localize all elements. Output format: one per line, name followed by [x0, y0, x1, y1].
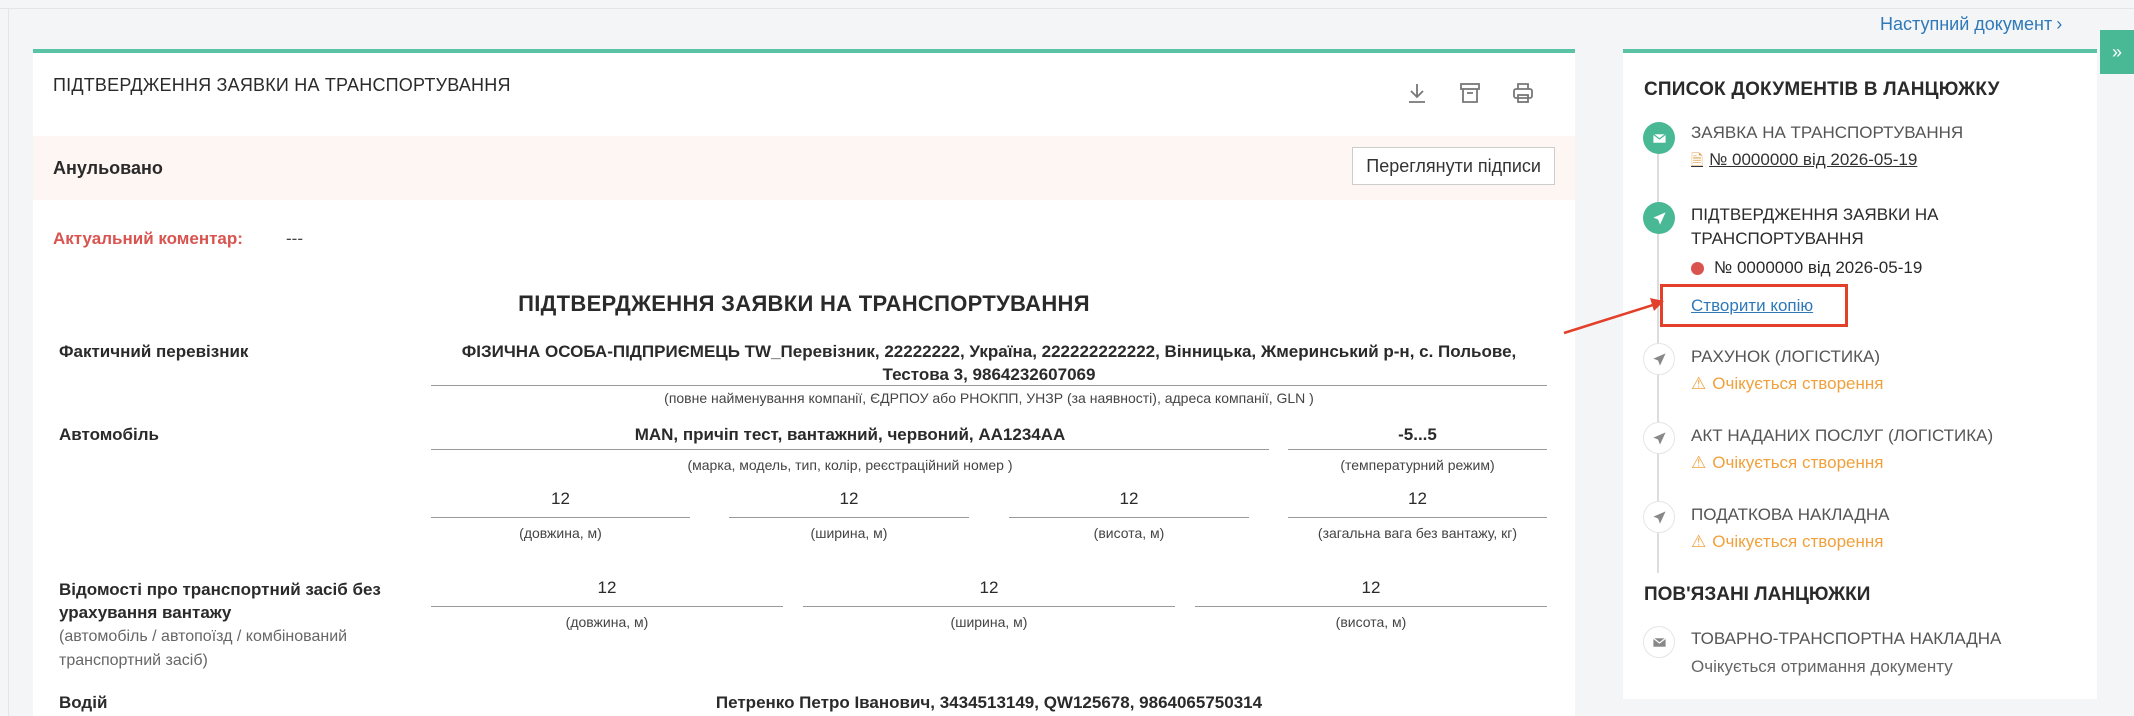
- vehicle-height-underline: [1009, 517, 1249, 518]
- driver-value: Петренко Петро Іванович, 3434513149, QW1…: [715, 693, 1263, 712]
- chain-item-title: РАХУНОК (ЛОГІСТИКА): [1691, 347, 1880, 366]
- send-icon: [1643, 343, 1675, 375]
- unloaded-width: 12: [979, 578, 999, 597]
- vehicle-value: MAN, причіп тест, вантажний, червоний, A…: [634, 425, 1066, 444]
- chain-item-title: ПОДАТКОВА НАКЛАДНА: [1691, 505, 1890, 524]
- envelope-icon: [1643, 626, 1675, 658]
- status-badge: Анульовано: [53, 158, 163, 178]
- carrier-label: Фактичний перевізник: [59, 342, 249, 361]
- annotation-arrow-icon: [1563, 298, 1664, 335]
- print-icon[interactable]: [1511, 81, 1535, 105]
- vehicle-length-hint: (довжина, м): [519, 525, 602, 541]
- document-chain-panel: СПИСОК ДОКУМЕНТІВ В ЛАНЦЮЖКУ ЗАЯВКА НА Т…: [1623, 49, 2097, 699]
- next-document-link[interactable]: Наступний документ ›: [1880, 14, 2062, 35]
- annotation-highlight-box: [1660, 284, 1848, 327]
- unloaded-height: 12: [1361, 578, 1381, 597]
- chain-item-title: ПІДТВЕРДЖЕННЯ ЗАЯВКИ НА ТРАНСПОРТУВАННЯ: [1691, 205, 1939, 248]
- chain-item-title: АКТ НАДАНИХ ПОСЛУГ (ЛОГІСТИКА): [1691, 426, 1994, 445]
- send-icon: [1643, 501, 1675, 533]
- chevron-right-icon: ›: [2056, 14, 2063, 34]
- vehicle-weight-underline: [1288, 517, 1547, 518]
- sidebar-toggle-button[interactable]: »: [2100, 30, 2134, 74]
- page-title: ПІДТВЕРДЖЕННЯ ЗАЯВКИ НА ТРАНСПОРТУВАННЯ: [53, 75, 511, 95]
- warning-icon: ⚠: [1691, 532, 1707, 551]
- related-item-title: ТОВАРНО-ТРАНСПОРТНА НАКЛАДНА: [1691, 629, 2002, 648]
- archive-icon[interactable]: [1458, 81, 1482, 105]
- comment-label: Актуальний коментар:: [53, 229, 243, 248]
- chain-item-status-text: Очікується створення: [1712, 374, 1884, 393]
- unloaded-subtitle: (автомобіль / автопоїзд / комбінований т…: [59, 628, 348, 669]
- unloaded-length-underline: [431, 606, 783, 607]
- send-icon: [1643, 202, 1675, 234]
- view-signatures-button[interactable]: Переглянути підписи: [1352, 147, 1555, 185]
- send-icon: [1643, 422, 1675, 454]
- chain-item-link-text: № 0000000 від 2026-05-19: [1709, 150, 1918, 169]
- unloaded-width-hint: (ширина, м): [950, 614, 1028, 630]
- related-item-status: Очікується отримання документу: [1691, 657, 1953, 676]
- status-bar: Анульовано Переглянути підписи: [33, 136, 1575, 200]
- chain-item-status-text: Очікується створення: [1712, 532, 1884, 551]
- unloaded-width-underline: [803, 606, 1175, 607]
- temperature-hint: (температурний режим): [1340, 457, 1495, 473]
- related-chains-title: ПОВ'ЯЗАНІ ЛАНЦЮЖКИ: [1644, 584, 1871, 605]
- top-divider: [0, 8, 2134, 9]
- unloaded-label: Відомості про транспортний засіб без ура…: [59, 578, 399, 672]
- warning-icon: ⚠: [1691, 453, 1707, 472]
- chain-item-status-text: Очікується створення: [1712, 453, 1884, 472]
- envelope-icon: [1643, 122, 1675, 154]
- document-toolbar: [1405, 81, 1535, 105]
- download-icon[interactable]: [1405, 81, 1429, 105]
- vehicle-weight: 12: [1408, 489, 1427, 508]
- vehicle-underline: [431, 449, 1269, 450]
- unloaded-height-underline: [1195, 606, 1547, 607]
- status-dot: [1691, 261, 1704, 275]
- carrier-underline: [431, 385, 1547, 386]
- unloaded-length-hint: (довжина, м): [565, 614, 649, 630]
- document-heading: ПІДТВЕРДЖЕННЯ ЗАЯВКИ НА ТРАНСПОРТУВАННЯ: [518, 291, 1090, 316]
- unloaded-length: 12: [597, 578, 617, 597]
- carrier-hint: (повне найменування компанії, ЄДРПОУ або…: [664, 390, 1314, 406]
- chain-item-document-link[interactable]: 🗎 № 0000000 від 2026-05-19: [1691, 150, 1917, 175]
- vehicle-weight-hint: (загальна вага без вантажу, кг): [1317, 525, 1518, 541]
- chain-item-number-text: № 0000000 від 2026-05-19: [1714, 258, 1923, 277]
- document-card: ПІДТВЕРДЖЕННЯ ЗАЯВКИ НА ТРАНСПОРТУВАННЯ …: [33, 49, 1575, 716]
- chain-title: СПИСОК ДОКУМЕНТІВ В ЛАНЦЮЖКУ: [1644, 79, 2000, 100]
- vehicle-height: 12: [1119, 489, 1139, 508]
- vehicle-label: Автомобіль: [59, 425, 159, 444]
- left-divider: [8, 8, 9, 716]
- chain-item-status: ⚠ Очікується створення: [1691, 374, 1883, 394]
- next-document-label: Наступний документ: [1880, 14, 2053, 34]
- temperature-underline: [1288, 449, 1547, 450]
- vehicle-width-underline: [729, 517, 969, 518]
- vehicle-length: 12: [551, 489, 570, 508]
- vehicle-width: 12: [839, 489, 859, 508]
- chain-item-number: № 0000000 від 2026-05-19: [1691, 258, 1922, 278]
- vehicle-hint: (марка, модель, тип, колір, реєстраційни…: [687, 457, 1013, 473]
- vehicle-width-hint: (ширина, м): [810, 525, 888, 541]
- vehicle-length-underline: [431, 517, 690, 518]
- vehicle-height-hint: (висота, м): [1093, 525, 1165, 541]
- carrier-value: ФІЗИЧНА ОСОБА-ПІДПРИЄМЕЦЬ TW_Перевізник,…: [461, 342, 1517, 384]
- temperature-value: -5...5: [1398, 425, 1437, 444]
- warning-icon: ⚠: [1691, 374, 1707, 393]
- driver-label: Водій: [59, 693, 108, 712]
- unloaded-title: Відомості про транспортний засіб без ура…: [59, 580, 381, 622]
- chain-item-status: ⚠ Очікується створення: [1691, 453, 1883, 473]
- comment-value: ---: [286, 229, 303, 248]
- chain-item-status: ⚠ Очікується створення: [1691, 532, 1883, 552]
- chain-item-title: ЗАЯВКА НА ТРАНСПОРТУВАННЯ: [1691, 123, 1964, 142]
- document-icon: 🗎: [1691, 152, 1704, 169]
- unloaded-height-hint: (висота, м): [1335, 614, 1407, 630]
